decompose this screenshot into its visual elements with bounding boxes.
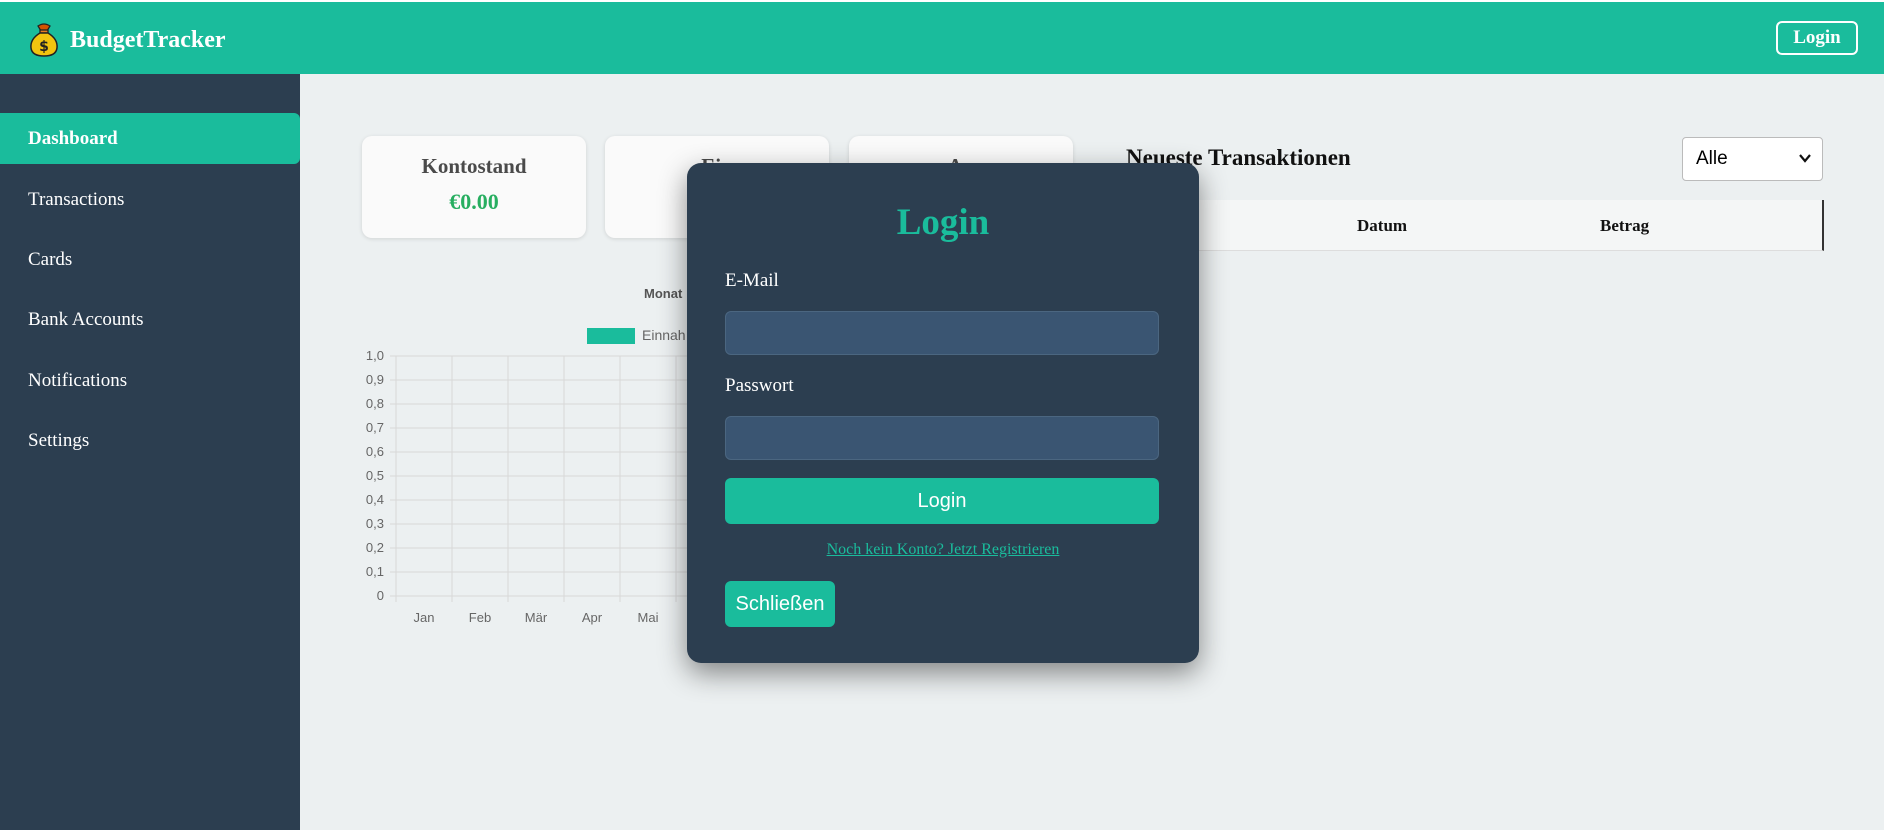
- password-label: Passwort: [725, 375, 794, 396]
- close-button[interactable]: Schließen: [725, 581, 835, 627]
- login-modal: Login E-Mail Passwort Login Noch kein Ko…: [687, 163, 1199, 663]
- register-link[interactable]: Noch kein Konto? Jetzt Registrieren: [687, 541, 1199, 559]
- modal-title: Login: [896, 202, 990, 243]
- modal-overlay: Login E-Mail Passwort Login Noch kein Ko…: [0, 0, 1887, 830]
- login-submit-button[interactable]: Login: [725, 478, 1159, 524]
- email-field[interactable]: [725, 311, 1159, 355]
- email-label: E-Mail: [725, 270, 779, 291]
- password-field[interactable]: [725, 416, 1159, 460]
